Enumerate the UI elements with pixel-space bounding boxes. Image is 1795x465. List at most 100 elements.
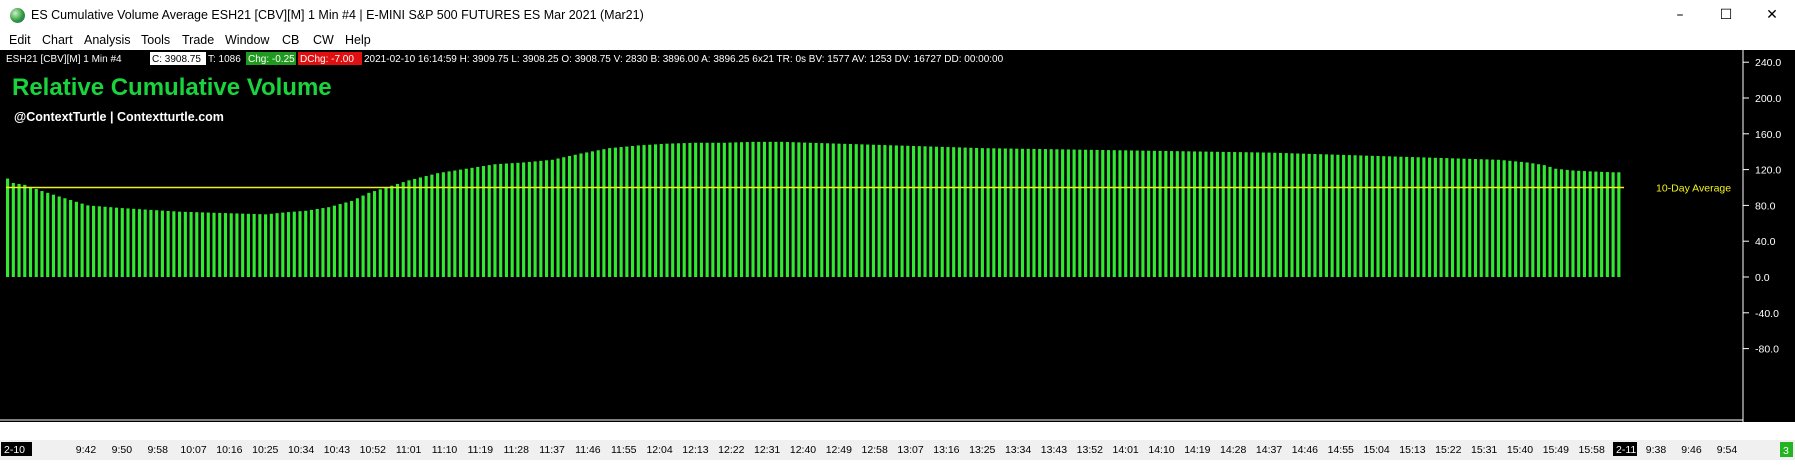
menu-tools[interactable]: Tools <box>141 33 170 47</box>
volume-bar <box>550 159 554 277</box>
time-tick-label: 14:28 <box>1220 444 1246 456</box>
time-tick-label: 12:40 <box>790 444 816 456</box>
volume-bar <box>1376 156 1380 277</box>
volume-bar <box>1181 151 1185 277</box>
minimize-button[interactable]: – <box>1657 0 1703 30</box>
volume-bar <box>309 209 314 278</box>
volume-bar <box>1261 152 1265 277</box>
volume-bar <box>889 145 893 277</box>
menu-window[interactable]: Window <box>225 33 269 47</box>
volume-bar <box>418 177 422 277</box>
volume-bar <box>1342 154 1346 277</box>
volume-bar <box>1399 156 1403 277</box>
volume-bar <box>264 214 268 277</box>
maximize-button[interactable]: ☐ <box>1703 0 1749 30</box>
volume-bar <box>613 147 617 277</box>
volume-bar <box>1296 153 1300 277</box>
volume-bar <box>1462 158 1466 277</box>
volume-bar <box>1405 156 1409 277</box>
volume-bar <box>51 194 56 277</box>
title-bar: ES Cumulative Volume Average ESH21 [CBV]… <box>0 0 1795 30</box>
volume-bar <box>969 147 973 277</box>
volume-bar <box>367 192 371 277</box>
time-tick-label: 14:46 <box>1292 444 1318 456</box>
menu-cb[interactable]: CB <box>282 33 299 47</box>
menu-cw[interactable]: CW <box>313 33 334 47</box>
volume-bar <box>814 142 818 277</box>
volume-bar <box>223 213 228 277</box>
volume-bar <box>671 143 675 277</box>
volume-bar <box>143 209 147 277</box>
volume-bar <box>1158 150 1162 277</box>
volume-bar <box>1170 151 1174 277</box>
volume-bar <box>57 196 61 277</box>
time-tick-label: 12:31 <box>754 444 780 456</box>
volume-bar <box>1439 157 1443 277</box>
volume-bar <box>332 205 336 277</box>
volume-bar <box>1571 170 1575 277</box>
volume-bar <box>1066 149 1070 277</box>
volume-bar <box>797 142 801 277</box>
volume-bar <box>820 143 824 277</box>
y-tick-label: 120.0 <box>1755 165 1781 177</box>
volume-bar <box>63 198 67 277</box>
volume-bar <box>504 163 509 277</box>
menu-help[interactable]: Help <box>345 33 371 47</box>
header-chg: Chg: -0.25 <box>248 54 295 65</box>
header-ticks: T: 1086 <box>208 54 241 65</box>
y-tick-label: 80.0 <box>1755 200 1776 212</box>
menu-edit[interactable]: Edit <box>9 33 31 47</box>
volume-bar <box>1554 168 1558 277</box>
volume-bar <box>172 211 176 277</box>
y-axis: 280.0240.0200.0160.0120.080.040.00.0-40.… <box>1743 57 1781 356</box>
volume-bar <box>355 198 359 277</box>
volume-bar <box>424 176 428 277</box>
status-badge: 3 <box>1783 445 1789 457</box>
time-tick-label: 9:42 <box>76 444 97 456</box>
volume-bar <box>665 143 669 277</box>
volume-bar <box>476 166 480 277</box>
volume-bar <box>97 206 101 277</box>
time-axis-svg: 2-10 9:42 9:50 9:58 10:07 10:16 10:25 10:34 10:… <box>1 442 1793 457</box>
time-tick-label: 10:43 <box>324 444 350 456</box>
volume-bar <box>734 142 738 277</box>
volume-bar <box>1485 159 1489 277</box>
volume-bar <box>1301 153 1306 277</box>
chart-area[interactable]: ESH21 [CBV][M] 1 Min #4 C: 3908.75 T: 10… <box>0 50 1795 422</box>
time-tick-label: 10:25 <box>252 444 278 456</box>
volume-bar <box>1147 150 1151 277</box>
volume-bar <box>1210 151 1214 277</box>
time-tick-label: 13:43 <box>1041 444 1067 456</box>
volume-bar <box>1164 150 1168 277</box>
header-details: 2021-02-10 16:14:59 H: 3909.75 L: 3908.2… <box>364 54 1004 65</box>
volume-bar <box>803 142 807 277</box>
menu-analysis[interactable]: Analysis <box>84 33 131 47</box>
volume-bar <box>235 213 239 277</box>
volume-bar <box>934 146 939 277</box>
volume-bar <box>1364 155 1369 277</box>
volume-bar <box>183 211 187 277</box>
volume-bar <box>648 144 652 277</box>
volume-bar <box>1479 159 1483 277</box>
volume-bar <box>1238 152 1242 277</box>
volume-bar <box>545 160 549 277</box>
volume-bar <box>137 209 142 277</box>
volume-bar <box>430 174 434 277</box>
menu-trade[interactable]: Trade <box>182 33 214 47</box>
volume-bar <box>1227 151 1231 277</box>
volume-bar <box>1273 152 1277 277</box>
volume-bar <box>739 142 744 277</box>
volume-bar <box>711 142 715 277</box>
close-button[interactable]: ✕ <box>1749 0 1795 30</box>
volume-bar <box>940 146 944 277</box>
volume-bar <box>1491 159 1495 277</box>
menu-chart[interactable]: Chart <box>42 33 73 47</box>
volume-bar <box>252 213 256 277</box>
volume-bar <box>894 145 898 277</box>
volume-bar <box>1020 148 1025 277</box>
volume-bar <box>1307 153 1311 277</box>
time-tick-label: 13:52 <box>1077 444 1103 456</box>
volume-bar <box>69 200 73 277</box>
volume-bar <box>384 187 388 277</box>
volume-bar <box>344 202 348 277</box>
